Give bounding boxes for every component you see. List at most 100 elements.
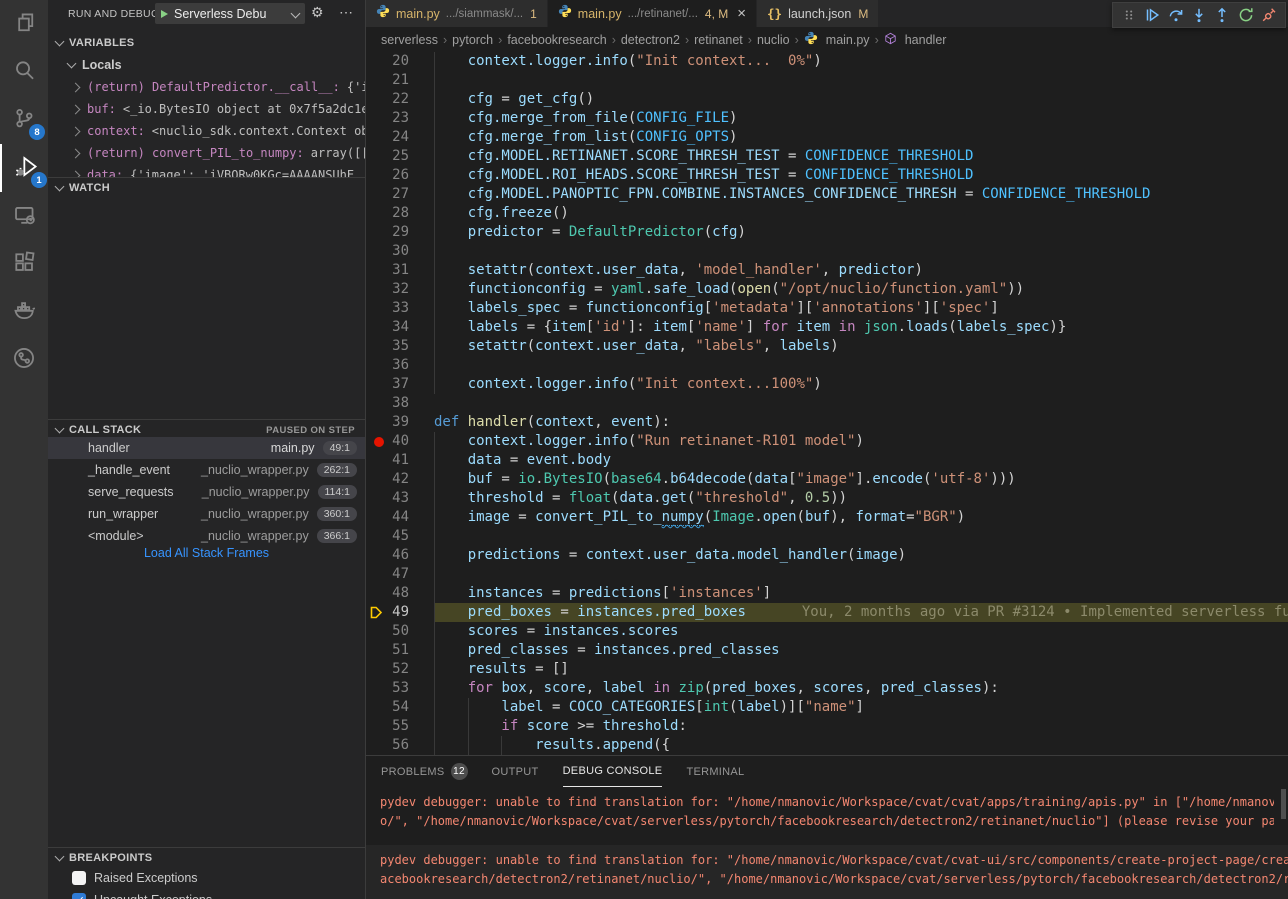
- breadcrumb-item-handler[interactable]: handler: [884, 32, 947, 48]
- activity-item-source-control[interactable]: 8: [0, 96, 48, 144]
- call-stack-frame[interactable]: handlermain.py49:1: [48, 437, 365, 459]
- call-stack-frame[interactable]: <module>_nuclio_wrapper.py366:1: [48, 525, 365, 547]
- close-icon[interactable]: ×: [737, 5, 746, 22]
- checkbox-checked[interactable]: [72, 893, 86, 899]
- breakpoints-section-header[interactable]: BREAKPOINTS: [48, 847, 365, 867]
- disconnect-icon[interactable]: [1259, 5, 1279, 25]
- line-number-gutter[interactable]: 55: [366, 717, 434, 736]
- breakpoint-row[interactable]: Raised Exceptions: [48, 867, 365, 889]
- step-into-icon[interactable]: [1189, 5, 1209, 25]
- line-number-gutter[interactable]: 25: [366, 147, 434, 166]
- step-over-icon[interactable]: [1166, 5, 1186, 25]
- breadcrumb-item-serverless[interactable]: serverless: [381, 33, 438, 47]
- indent-guide: [434, 337, 468, 356]
- call-stack-frame[interactable]: _handle_event_nuclio_wrapper.py262:1: [48, 459, 365, 481]
- breakpoint-row[interactable]: Uncaught Exceptions: [48, 889, 365, 899]
- breadcrumb-item-detectron2[interactable]: detectron2: [621, 33, 680, 47]
- line-number-gutter[interactable]: 22: [366, 90, 434, 109]
- continue-icon[interactable]: [1142, 5, 1162, 25]
- line-number-gutter[interactable]: 47: [366, 565, 434, 584]
- line-number-gutter[interactable]: 43: [366, 489, 434, 508]
- tab-debug-console[interactable]: DEBUG CONSOLE: [563, 756, 663, 787]
- line-number-gutter[interactable]: 44: [366, 508, 434, 527]
- line-number-gutter[interactable]: 37: [366, 375, 434, 394]
- line-number-gutter[interactable]: 27: [366, 185, 434, 204]
- editor-tab-main-py-0[interactable]: main.py.../siammask/...1: [366, 0, 548, 27]
- line-number-gutter[interactable]: 40: [366, 432, 434, 451]
- editor-tab-launch-json-2[interactable]: {}launch.jsonM: [757, 0, 879, 27]
- code-editor[interactable]: 20context.logger.info("Init context... 0…: [366, 52, 1288, 755]
- load-all-stack-frames-link[interactable]: Load All Stack Frames: [48, 546, 365, 560]
- variable-row[interactable]: data:{'image': 'iVBORw0KGc=AAAANSUhE…: [48, 164, 365, 177]
- console-line: o/", "/home/nmanovic/Workspace/cvat/serv…: [380, 812, 1274, 831]
- line-number-gutter[interactable]: 56: [366, 736, 434, 755]
- breadcrumb-item-pytorch[interactable]: pytorch: [452, 33, 493, 47]
- line-number-gutter[interactable]: 49: [366, 603, 434, 622]
- watch-section-header[interactable]: WATCH: [48, 177, 365, 197]
- activity-item-run-and-debug[interactable]: 1: [0, 144, 50, 192]
- activity-item-search[interactable]: [0, 48, 48, 96]
- tab-problems[interactable]: PROBLEMS 12: [381, 756, 468, 787]
- line-number-gutter[interactable]: 53: [366, 679, 434, 698]
- step-out-icon[interactable]: [1212, 5, 1232, 25]
- breadcrumb-item-facebookresearch[interactable]: facebookresearch: [507, 33, 606, 47]
- code-line-content: labels_spec = functionconfig['metadata']…: [434, 299, 1288, 318]
- line-number-gutter[interactable]: 23: [366, 109, 434, 128]
- variables-section-header[interactable]: VARIABLES: [48, 33, 365, 53]
- variable-row[interactable]: (return) DefaultPredictor.__call__:{'ins…: [48, 76, 365, 98]
- activity-item-git-graph[interactable]: [0, 336, 48, 384]
- tab-output[interactable]: OUTPUT: [492, 756, 539, 787]
- line-number-gutter[interactable]: 24: [366, 128, 434, 147]
- line-number-gutter[interactable]: 32: [366, 280, 434, 299]
- restart-icon[interactable]: [1236, 5, 1256, 25]
- code-token: if: [501, 718, 518, 734]
- line-number-gutter[interactable]: 46: [366, 546, 434, 565]
- line-number-gutter[interactable]: 38: [366, 394, 434, 413]
- line-number-gutter[interactable]: 36: [366, 356, 434, 375]
- variable-row[interactable]: context:<nuclio_sdk.context.Context obje…: [48, 120, 365, 142]
- more-actions-icon[interactable]: ⋯: [339, 4, 353, 21]
- line-number-gutter[interactable]: 52: [366, 660, 434, 679]
- line-number-gutter[interactable]: 28: [366, 204, 434, 223]
- breadcrumb-item-nuclio[interactable]: nuclio: [757, 33, 790, 47]
- docker-icon: [13, 299, 35, 326]
- call-stack-frame[interactable]: serve_requests_nuclio_wrapper.py114:1: [48, 481, 365, 503]
- line-number-gutter[interactable]: 29: [366, 223, 434, 242]
- tab-terminal[interactable]: TERMINAL: [686, 756, 744, 787]
- drag-grip-icon[interactable]: [1119, 5, 1139, 25]
- panel-scrollbar[interactable]: [1281, 789, 1286, 819]
- editor-tab-main-py-1[interactable]: main.py.../retinanet/...4, M×: [548, 0, 757, 27]
- activity-item-explorer[interactable]: [0, 0, 48, 48]
- code-line-content: cfg.merge_from_list(CONFIG_OPTS): [434, 128, 1288, 147]
- line-number-gutter[interactable]: 39: [366, 413, 434, 432]
- line-number-gutter[interactable]: 33: [366, 299, 434, 318]
- line-number-gutter[interactable]: 20: [366, 52, 434, 71]
- locals-scope[interactable]: Locals: [48, 55, 365, 75]
- line-number-gutter[interactable]: 54: [366, 698, 434, 717]
- call-stack-frame[interactable]: run_wrapper_nuclio_wrapper.py360:1: [48, 503, 365, 525]
- breakpoint-dot[interactable]: [374, 437, 384, 447]
- line-number-gutter[interactable]: 51: [366, 641, 434, 660]
- breadcrumb-item-main-py[interactable]: main.py: [804, 31, 870, 48]
- variable-row[interactable]: (return) convert_PIL_to_numpy:array([[[ …: [48, 142, 365, 164]
- line-number-gutter[interactable]: 41: [366, 451, 434, 470]
- launch-config-dropdown[interactable]: Serverless Debu: [155, 3, 305, 24]
- line-number-gutter[interactable]: 34: [366, 318, 434, 337]
- breadcrumb-item-retinanet[interactable]: retinanet: [694, 33, 743, 47]
- variable-row[interactable]: buf:<_io.BytesIO object at 0x7f5a2dc1ecc…: [48, 98, 365, 120]
- activity-item-remote-explorer[interactable]: [0, 192, 48, 240]
- line-number-gutter[interactable]: 50: [366, 622, 434, 641]
- activity-item-extensions[interactable]: [0, 240, 48, 288]
- line-number-gutter[interactable]: 45: [366, 527, 434, 546]
- line-number-gutter[interactable]: 42: [366, 470, 434, 489]
- gear-icon[interactable]: ⚙: [311, 4, 324, 21]
- line-number-gutter[interactable]: 48: [366, 584, 434, 603]
- line-number-gutter[interactable]: 30: [366, 242, 434, 261]
- line-number-gutter[interactable]: 35: [366, 337, 434, 356]
- line-number-gutter[interactable]: 31: [366, 261, 434, 280]
- call-stack-section-header[interactable]: CALL STACK PAUSED ON STEP: [48, 419, 365, 439]
- activity-item-docker[interactable]: [0, 288, 48, 336]
- line-number-gutter[interactable]: 21: [366, 71, 434, 90]
- line-number-gutter[interactable]: 26: [366, 166, 434, 185]
- checkbox-unchecked[interactable]: [72, 871, 86, 885]
